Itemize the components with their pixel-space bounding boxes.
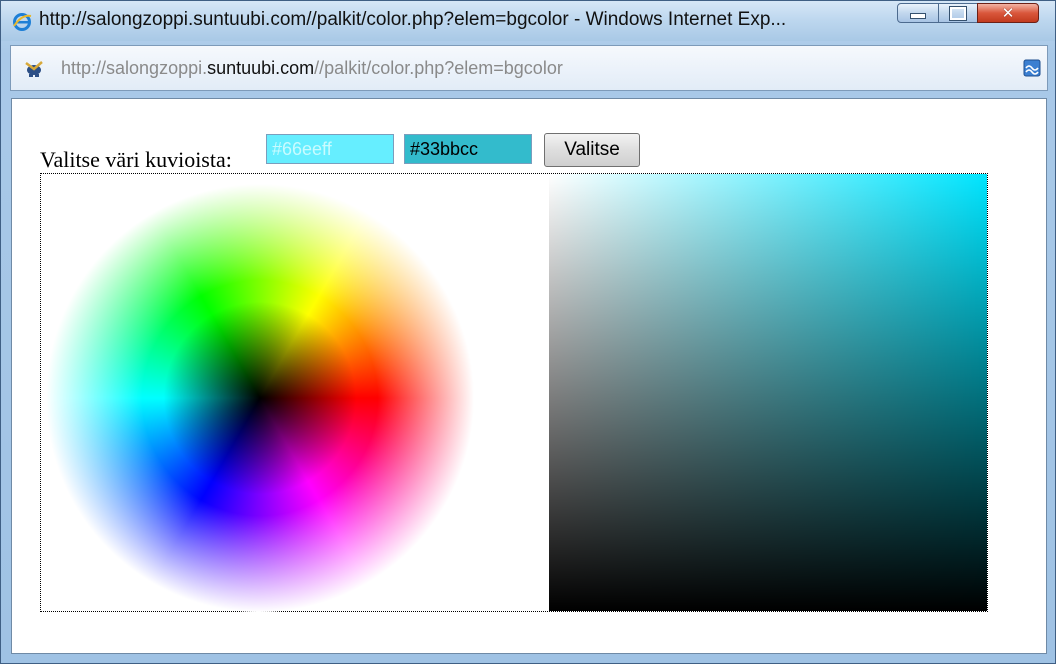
title-bar[interactable]: http://salongzoppi.suntuubi.com//palkit/… [1, 1, 1055, 41]
site-icon [25, 61, 43, 77]
window-title: http://salongzoppi.suntuubi.com//palkit/… [39, 9, 787, 30]
saturation-value-square[interactable] [549, 174, 987, 611]
browser-window: http://salongzoppi.suntuubi.com//palkit/… [0, 0, 1056, 664]
current-color-field[interactable] [404, 134, 532, 164]
hue-color-wheel[interactable] [46, 184, 474, 612]
url-domain: suntuubi.com [207, 58, 315, 78]
maximize-button[interactable] [938, 3, 978, 23]
picker-label: Valitse väri kuvioista: [40, 147, 232, 172]
maximize-icon [949, 5, 967, 21]
color-palette [40, 173, 988, 612]
minimize-icon [910, 13, 926, 19]
url-text[interactable]: http://salongzoppi.suntuubi.com//palkit/… [61, 58, 563, 79]
page-content: Valitse väri kuvioista: Valitse [11, 98, 1047, 654]
ie-icon [13, 13, 32, 31]
valitse-button[interactable]: Valitse [544, 133, 640, 167]
address-bar[interactable]: http://salongzoppi.suntuubi.com//palkit/… [10, 45, 1048, 91]
page-icon[interactable] [1023, 59, 1041, 77]
window-controls: ✕ [897, 3, 1047, 25]
preview-color-field[interactable] [266, 134, 394, 164]
minimize-button[interactable] [897, 3, 939, 23]
close-button[interactable]: ✕ [977, 3, 1039, 23]
url-suffix: //palkit/color.php?elem=bgcolor [314, 58, 563, 78]
close-icon: ✕ [1001, 4, 1015, 22]
url-prefix: http://salongzoppi. [61, 58, 208, 78]
